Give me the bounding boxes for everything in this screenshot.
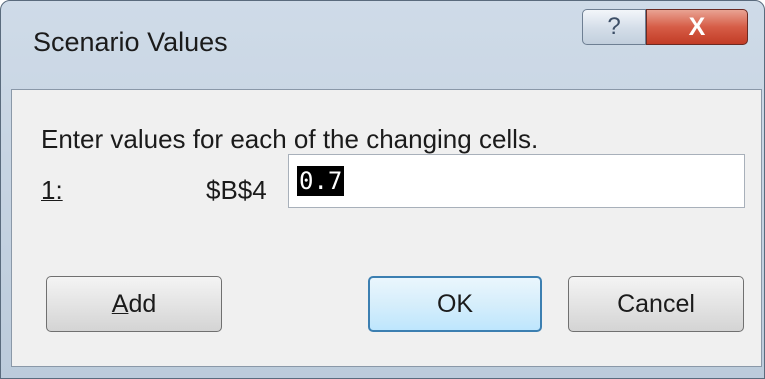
row-index-label: 1: [41, 175, 63, 206]
ok-button-label: OK [436, 290, 474, 318]
dialog-title: Scenario Values [33, 27, 228, 57]
instruction-text: Enter values for each of the changing ce… [41, 124, 539, 154]
close-button[interactable]: X [646, 9, 748, 45]
cancel-button[interactable]: Cancel [568, 276, 744, 332]
value-input-text: 0.7 [297, 166, 345, 196]
cell-reference: $B$4 [206, 175, 267, 205]
ok-button[interactable]: OK [368, 276, 542, 332]
add-button[interactable]: Add [46, 276, 222, 332]
close-icon: X [688, 13, 706, 41]
help-button[interactable]: ? [582, 9, 646, 45]
add-button-label: Add [111, 290, 157, 318]
help-icon: ? [607, 13, 621, 40]
index-text: 1: [41, 175, 63, 205]
dialog-body: Enter values for each of the changing ce… [11, 89, 762, 367]
scenario-values-dialog: Scenario Values ? X Enter values for eac… [0, 0, 765, 379]
value-input[interactable]: 0.7 [288, 154, 745, 208]
cancel-button-label: Cancel [617, 290, 695, 318]
